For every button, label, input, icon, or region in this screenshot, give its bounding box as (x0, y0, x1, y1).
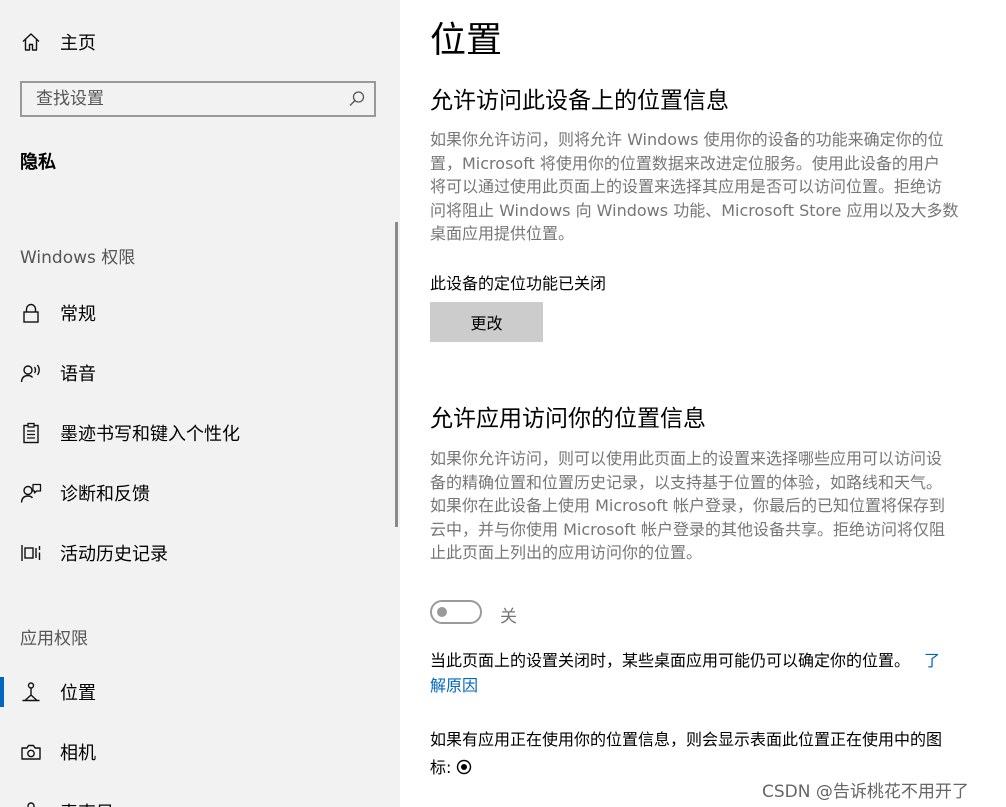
location-usage-note: 如果有应用正在使用你的位置信息，则会显示表面此位置正在使用中的图 标: (430, 726, 995, 782)
nav-location-label: 位置 (60, 683, 96, 704)
toggle-knob (437, 607, 447, 617)
section-app-location-description: 如果你允许访问，则可以使用此页面上的设置来选择哪些应用可以访问设 备的精确位置和… (430, 447, 995, 565)
desc-line: 备的精确位置和位置历史记录，以支持基于位置的体验，如路线和天气。 (430, 472, 943, 492)
activity-history-icon (20, 542, 42, 564)
nav-activity-history-label: 活动历史记录 (60, 544, 168, 565)
page-title: 位置 (430, 20, 503, 61)
section-app-location-heading: 允许应用访问你的位置信息 (430, 406, 706, 432)
clipboard-icon (20, 422, 42, 444)
nav-microphone[interactable]: 麦克风 (0, 787, 400, 807)
microphone-icon (20, 801, 42, 807)
nav-camera-label: 相机 (60, 743, 96, 764)
desc-line: 置，Microsoft 将使用你的位置数据来改进定位服务。使用此设备的用户 (430, 153, 940, 173)
nav-activity-history[interactable]: 活动历史记录 (0, 528, 400, 578)
toggle-state-label: 关 (500, 607, 517, 627)
desktop-apps-note-text: 当此页面上的设置关闭时，某些桌面应用可能仍可以确定你的位置。 (430, 651, 911, 670)
usage-line: 如果有应用正在使用你的位置信息，则会显示表面此位置正在使用中的图 (430, 730, 943, 749)
learn-why-link[interactable]: 了 (924, 651, 940, 670)
nav-home[interactable]: 主页 (0, 17, 400, 67)
nav-speech-label: 语音 (60, 364, 96, 385)
desc-line: 如果你允许访问，则可以使用此页面上的设置来选择哪些应用可以访问设 (430, 449, 943, 468)
desc-line: 如果你在此设备上使用 Microsoft 帐户登录，你最后的已知位置将保存到 (430, 496, 945, 515)
nav-camera[interactable]: 相机 (0, 727, 400, 777)
change-button[interactable]: 更改 (430, 302, 543, 342)
location-status-text: 此设备的定位功能已关闭 (430, 274, 607, 293)
desc-line: 问将阻止 Windows 向 Windows 功能、Microsoft Stor… (430, 200, 959, 220)
desc-line: 将可以通过使用此页面上的设置来选择其应用是否可以访问位置。拒绝访 (430, 177, 943, 196)
section-device-location-heading: 允许访问此设备上的位置信息 (430, 88, 729, 114)
nav-inking-typing-label: 墨迹书写和键入个性化 (60, 424, 240, 445)
usage-line: 标: (430, 758, 457, 777)
watermark: CSDN @告诉桃花不用开了 (762, 782, 969, 802)
person-feedback-icon (20, 482, 42, 504)
nav-general-label: 常规 (60, 304, 96, 325)
category-title: 隐私 (20, 152, 56, 173)
windows-permissions-header: Windows 权限 (20, 248, 136, 268)
desktop-apps-note: 当此页面上的设置关闭时，某些桌面应用可能仍可以确定你的位置。了 解原因 (430, 648, 995, 698)
nav-microphone-label: 麦克风 (60, 799, 114, 807)
speech-icon (20, 362, 42, 384)
location-in-use-icon (456, 756, 472, 775)
learn-why-link-cont[interactable]: 解原因 (430, 676, 478, 695)
settings-sidebar: 主页 隐私 Windows 权限 常规 语音 墨迹书写和键入个性化 诊断和反馈 (0, 0, 400, 807)
home-icon (20, 31, 42, 53)
nav-speech[interactable]: 语音 (0, 348, 400, 398)
section-device-location-description: 如果你允许访问，则将允许 Windows 使用你的设备的功能来确定你的位 置，M… (430, 128, 995, 246)
lock-icon (20, 302, 42, 324)
nav-location[interactable]: 位置 (0, 667, 400, 717)
nav-diagnostics-feedback-label: 诊断和反馈 (60, 484, 150, 505)
search-input[interactable] (36, 83, 336, 115)
settings-search-box[interactable] (20, 81, 376, 117)
sidebar-scrollbar[interactable] (395, 222, 398, 527)
nav-diagnostics-feedback[interactable]: 诊断和反馈 (0, 468, 400, 518)
nav-general[interactable]: 常规 (0, 288, 400, 338)
location-icon (20, 681, 42, 703)
nav-inking-typing[interactable]: 墨迹书写和键入个性化 (0, 408, 400, 458)
app-permissions-header: 应用权限 (20, 629, 88, 649)
app-location-toggle[interactable] (430, 600, 482, 624)
desc-line: 桌面应用提供位置。 (430, 224, 575, 243)
search-icon[interactable] (348, 90, 366, 108)
camera-icon (20, 741, 42, 763)
desc-line: 如果你允许访问，则将允许 Windows 使用你的设备的功能来确定你的位 (430, 130, 944, 149)
nav-home-label: 主页 (60, 33, 96, 54)
desc-line: 云中，并与你使用 Microsoft 帐户登录的其他设备共享。拒绝访问将仅阻 (430, 519, 945, 539)
desc-line: 止此页面上列出的应用访问你的位置。 (430, 543, 703, 562)
